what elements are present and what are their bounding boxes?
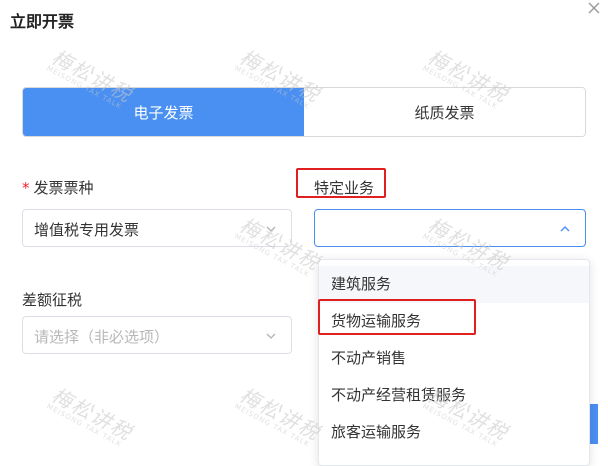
dropdown-option-passenger-transport[interactable]: 旅客运输服务 [319, 414, 589, 451]
dropdown-option-freight-transport[interactable]: 货物运输服务 [319, 303, 589, 340]
tab-electronic-invoice-label: 电子发票 [133, 103, 194, 122]
invoice-kind-label: * 发票票种 [22, 177, 94, 198]
difference-tax-label: 差额征税 [22, 291, 83, 309]
chevron-down-icon [266, 226, 276, 232]
difference-tax-placeholder: 请选择（非必选项） [34, 328, 170, 346]
watermark-text: 梅松讲税 [47, 382, 137, 446]
chevron-up-icon [560, 226, 570, 232]
special-business-select[interactable] [314, 209, 586, 247]
dropdown-option-real-estate-sale[interactable]: 不动产销售 [319, 340, 589, 377]
tab-paper-invoice[interactable]: 纸质发票 [304, 88, 585, 136]
invoice-type-switch: 电子发票 纸质发票 [22, 87, 586, 137]
tab-paper-invoice-label: 纸质发票 [414, 103, 475, 122]
special-business-label: 特定业务 [314, 179, 375, 197]
required-mark: * [22, 179, 30, 197]
watermark-subtext: MEISONG TAX TALK [45, 402, 124, 449]
tab-electronic-invoice[interactable]: 电子发票 [23, 88, 304, 136]
invoice-kind-value: 增值税专用发票 [34, 221, 140, 239]
watermark: 梅松讲税 MEISONG TAX TALK [45, 379, 139, 450]
dropdown-option-construction[interactable]: 建筑服务 [319, 266, 589, 303]
invoice-kind-select[interactable]: 增值税专用发票 [22, 209, 292, 247]
dropdown-option-real-estate-lease[interactable]: 不动产经营租赁服务 [319, 377, 589, 414]
difference-tax-select[interactable]: 请选择（非必选项） [22, 316, 292, 354]
dialog-title: 立即开票 [10, 12, 75, 31]
watermark: 梅松讲税 MEISONG TAX TALK [233, 379, 327, 450]
close-icon[interactable] [586, 0, 602, 16]
invoice-kind-label-text: 发票票种 [33, 179, 94, 197]
watermark-subtext: MEISONG TAX TALK [233, 402, 312, 449]
special-business-dropdown: 建筑服务 货物运输服务 不动产销售 不动产经营租赁服务 旅客运输服务 [318, 259, 590, 466]
chevron-down-icon [266, 333, 276, 339]
watermark-text: 梅松讲税 [235, 382, 325, 446]
